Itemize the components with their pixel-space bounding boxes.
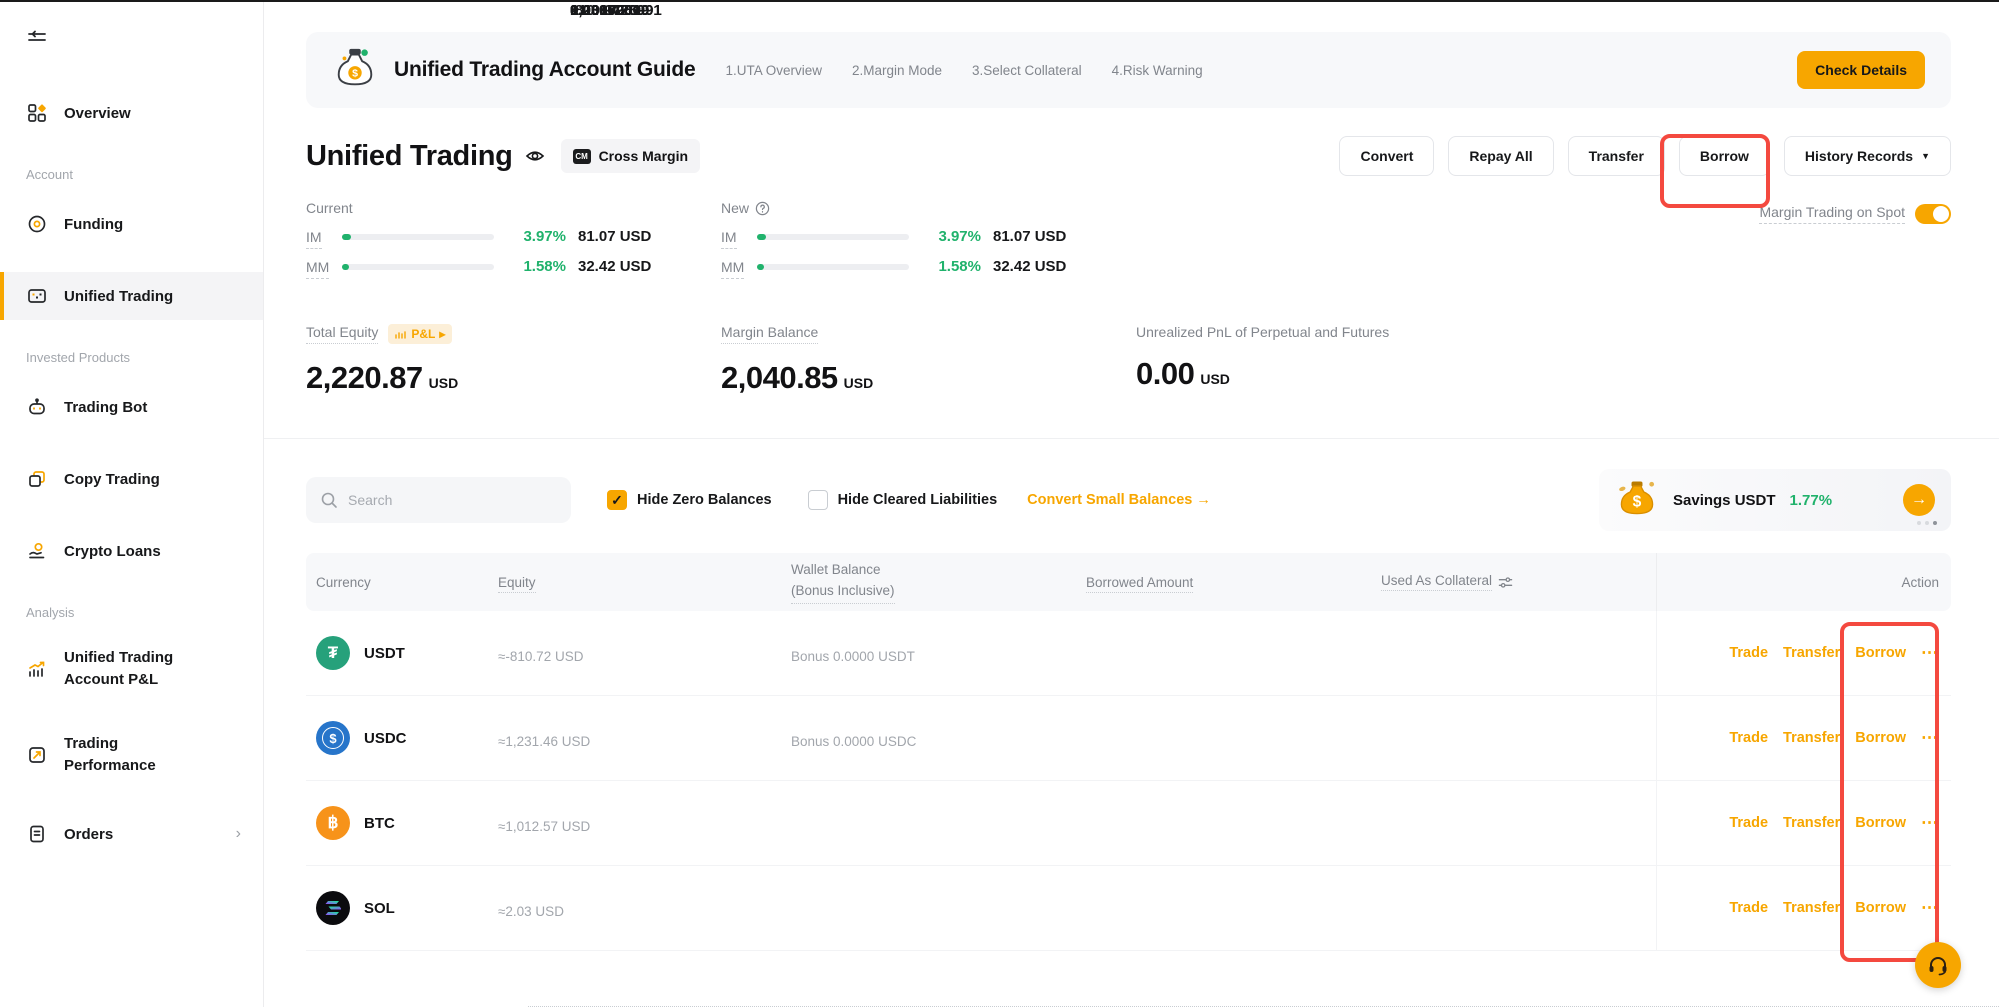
- currency-symbol: BTC: [364, 815, 395, 832]
- asset-table: Currency Equity Wallet Balance(Bonus Inc…: [306, 553, 1951, 951]
- currency-symbol: USDC: [364, 730, 407, 747]
- col-currency: Currency: [306, 575, 488, 590]
- currency-symbol: USDT: [364, 645, 405, 662]
- btc-coin-icon: ฿: [316, 806, 350, 840]
- unified-trading-icon: [26, 286, 48, 306]
- search-icon: [320, 491, 338, 509]
- funding-icon: [26, 214, 48, 234]
- im-progress-bar: [342, 234, 494, 240]
- copy-trading-icon: [26, 469, 48, 489]
- support-button[interactable]: [1915, 942, 1961, 988]
- sidebar-item-orders[interactable]: Orders ›: [0, 810, 263, 858]
- sidebar-item-label: Copy Trading: [64, 471, 160, 488]
- page-title: Unified Trading: [306, 140, 513, 173]
- sidebar-item-trading-bot[interactable]: Trading Bot: [0, 383, 263, 431]
- im-label: IM: [306, 229, 322, 249]
- crypto-loans-icon: [26, 541, 48, 561]
- sidebar-item-label: TradingPerformance: [64, 733, 156, 778]
- pnl-caret-icon: ▸: [439, 327, 445, 341]
- sidebar-item-copy-trading[interactable]: Copy Trading: [0, 455, 263, 503]
- orders-icon: [26, 824, 48, 844]
- guide-moneybag-icon: $: [332, 45, 378, 96]
- unified-trading-page: Overview Account Funding Unified Trading: [0, 0, 1999, 1007]
- overview-icon: [26, 103, 48, 123]
- pnl-chart-icon: [26, 659, 48, 679]
- trading-bot-icon: [26, 397, 48, 417]
- sidebar-item-funding[interactable]: Funding: [0, 200, 263, 248]
- svg-text:$: $: [352, 67, 358, 79]
- usdc-coin-icon: $: [316, 721, 350, 755]
- sidebar-item-crypto-loans[interactable]: Crypto Loans: [0, 527, 263, 575]
- borrowed-amount: 0.00000000: [528, 2, 1999, 1007]
- sidebar-item-unified-trading[interactable]: Unified Trading: [0, 272, 263, 320]
- sidebar-item-label: Trading Bot: [64, 399, 147, 416]
- sidebar-item-label: Unified TradingAccount P&L: [64, 647, 173, 692]
- sidebar-item-label: Overview: [64, 105, 131, 122]
- sidebar-section-invested: Invested Products: [0, 344, 263, 383]
- sidebar-item-label: Crypto Loans: [64, 543, 161, 560]
- sol-coin-icon: [316, 891, 350, 925]
- mm-label: MM: [306, 259, 329, 279]
- sidebar-item-label: Orders: [64, 826, 113, 843]
- chevron-right-icon: ›: [236, 825, 241, 843]
- main-content: $ Unified Trading Account Guide 1.UTA Ov…: [264, 2, 1999, 1007]
- sidebar-item-label: Unified Trading: [64, 288, 173, 305]
- sidebar: Overview Account Funding Unified Trading: [0, 2, 264, 1007]
- headset-icon: [1926, 953, 1950, 977]
- sidebar-section-account: Account: [0, 161, 263, 200]
- total-equity-label: Total Equity: [306, 324, 378, 344]
- currency-symbol: SOL: [364, 900, 395, 917]
- sidebar-item-label: Funding: [64, 216, 123, 233]
- sidebar-item-uta-pnl[interactable]: Unified TradingAccount P&L: [0, 638, 263, 700]
- usdt-coin-icon: ₮: [316, 636, 350, 670]
- sidebar-collapse-icon[interactable]: [26, 28, 263, 55]
- table-row-sol: SOL 0.00999000 ≈2.03 USD 0.00999000 0.00…: [306, 866, 1951, 951]
- mm-progress-bar: [342, 264, 494, 270]
- sidebar-item-trading-performance[interactable]: TradingPerformance: [0, 724, 263, 786]
- sidebar-section-analysis: Analysis: [0, 599, 263, 638]
- trading-performance-icon: [26, 745, 48, 765]
- sidebar-item-overview[interactable]: Overview: [0, 89, 263, 137]
- pnl-badge[interactable]: P&L ▸: [388, 324, 452, 344]
- pnl-chart-mini-icon: [395, 328, 407, 340]
